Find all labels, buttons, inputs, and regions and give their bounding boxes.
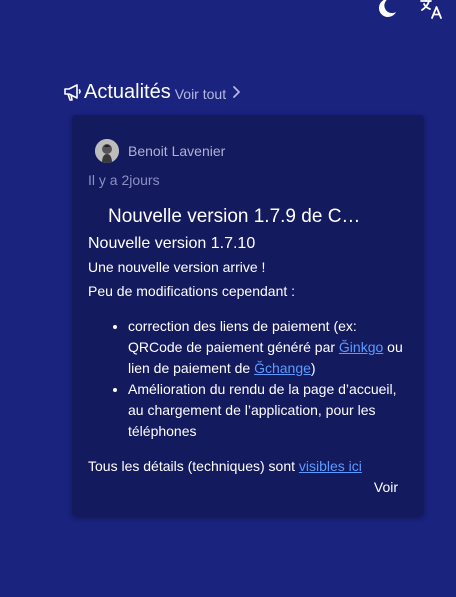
card-title: Nouvelle version 1.7.9 de C… [108, 206, 361, 227]
author-name: Benoit Lavenier [128, 143, 226, 159]
section-title: Actualités [84, 81, 171, 103]
card-subtitle: Nouvelle version 1.7.10 [88, 235, 256, 252]
moon-icon[interactable] [373, 0, 399, 22]
see-all-link[interactable]: Voir tout [175, 80, 241, 108]
author-row: Benoit Lavenier [95, 139, 225, 163]
see-all-label: Voir tout [174, 85, 227, 102]
paragraph: Peu de modifications cependant : [88, 283, 296, 299]
card-body: Nouvelle version 1.7.10 Une nouvelle ver… [88, 235, 410, 477]
details-line: Tous les détails (techniques) sont visib… [88, 456, 410, 477]
list-item-text: ) [310, 360, 316, 376]
details-link[interactable]: visibles ici [299, 458, 362, 474]
chevron-right-icon [233, 85, 240, 98]
translate-icon[interactable] [419, 0, 445, 22]
view-button[interactable]: Voir [374, 479, 398, 495]
gchange-link[interactable]: Ğchange [254, 360, 311, 376]
ginkgo-link[interactable]: Ğinkgo [339, 339, 383, 355]
list-item-text: correction des liens de paiement (ex: QR… [128, 318, 357, 355]
post-timestamp: Il y a 2jours [88, 172, 160, 188]
details-text: Tous les détails (techniques) sont [88, 458, 299, 474]
avatar [95, 139, 119, 163]
list-item: correction des liens de paiement (ex: QR… [128, 316, 410, 379]
list-item: Amélioration du rendu de la page d’accue… [128, 379, 410, 442]
changes-list: correction des liens de paiement (ex: QR… [88, 316, 410, 442]
news-header: Actualités Voir tout [63, 78, 241, 106]
paragraph: Une nouvelle version arrive ! [88, 259, 266, 275]
megaphone-icon [63, 82, 83, 102]
news-card: Benoit Lavenier Il y a 2jours Nouvelle v… [72, 115, 424, 516]
